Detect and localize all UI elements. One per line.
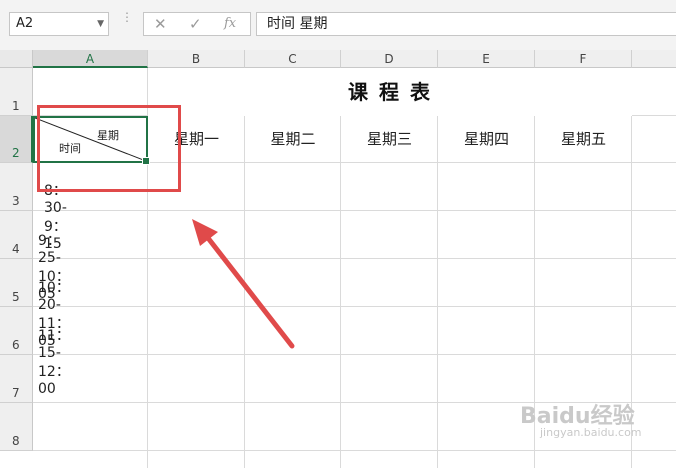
baidu-watermark-url: jingyan.baidu.com — [540, 426, 642, 439]
